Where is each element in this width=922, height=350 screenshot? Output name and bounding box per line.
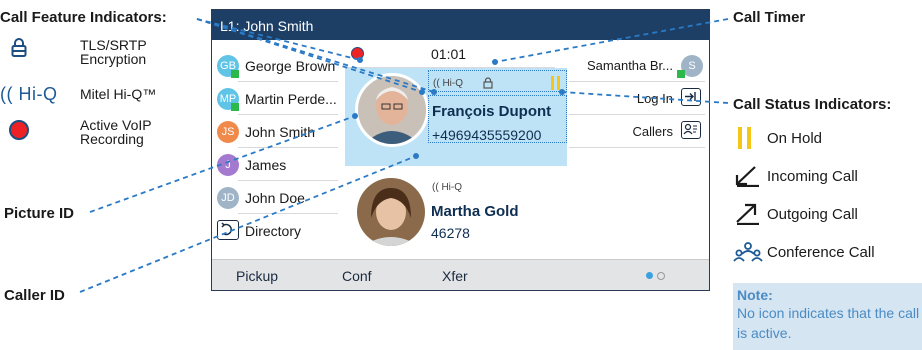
callout-line-record bbox=[196, 18, 361, 61]
callout-lines bbox=[79, 18, 729, 293]
callout-line-timer bbox=[494, 18, 729, 63]
callout-line-lock bbox=[196, 18, 423, 93]
callout-line-caller-id bbox=[79, 155, 417, 293]
callout-line-status bbox=[561, 91, 729, 104]
